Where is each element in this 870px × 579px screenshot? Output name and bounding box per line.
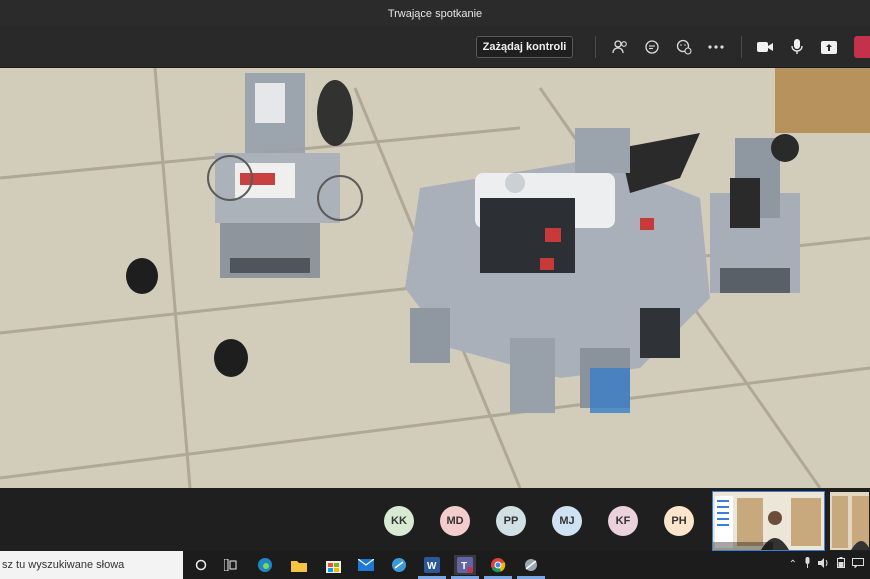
camera-icon[interactable] xyxy=(755,37,775,57)
window-titlebar: Trwające spotkanie xyxy=(0,0,870,27)
participant-avatar[interactable]: PP xyxy=(496,506,526,536)
share-screen-icon[interactable] xyxy=(819,37,839,57)
request-control-button[interactable]: Zażądaj kontroli xyxy=(476,36,573,58)
chrome-icon[interactable] xyxy=(487,555,509,575)
toolbar-divider xyxy=(741,36,742,58)
participant-avatar[interactable]: PH xyxy=(664,506,694,536)
battery-icon[interactable] xyxy=(837,557,845,571)
store-icon[interactable] xyxy=(322,555,344,575)
leave-button[interactable] xyxy=(854,36,870,58)
browser-icon[interactable] xyxy=(388,555,410,575)
edge-browser-icon[interactable] xyxy=(254,555,276,575)
participant-avatar[interactable]: MD xyxy=(440,506,470,536)
participant-avatar[interactable]: KK xyxy=(384,506,414,536)
svg-text:T: T xyxy=(461,561,467,572)
app-icon[interactable] xyxy=(520,555,542,575)
mail-icon[interactable] xyxy=(355,555,377,575)
participant-avatar[interactable]: KF xyxy=(608,506,638,536)
taskbar-search-input[interactable]: sz tu wyszukiwane słowa xyxy=(0,551,183,579)
taskbar-search-placeholder: sz tu wyszukiwane słowa xyxy=(2,559,125,571)
robots-scene xyxy=(0,68,870,488)
microphone-tray-icon[interactable] xyxy=(804,557,811,571)
toolbar-divider xyxy=(595,36,596,58)
chevron-up-icon[interactable]: ⌃ xyxy=(789,559,797,570)
word-icon[interactable]: W xyxy=(421,555,443,575)
svg-text:W: W xyxy=(427,561,437,572)
file-explorer-icon[interactable] xyxy=(288,555,310,575)
notification-icon[interactable] xyxy=(852,557,864,571)
participants-bar: KK MD PP MJ KF PH xyxy=(0,488,870,551)
microphone-icon[interactable] xyxy=(787,37,807,57)
windows-taskbar: sz tu wyszukiwane słowa W T ⌃ xyxy=(0,551,870,579)
volume-icon[interactable] xyxy=(818,557,830,571)
participant-video-thumbnail[interactable] xyxy=(829,491,870,551)
participants-icon[interactable] xyxy=(610,37,630,57)
participant-video-thumbnail[interactable] xyxy=(712,491,825,551)
cortana-icon[interactable] xyxy=(190,555,212,575)
chat-icon[interactable] xyxy=(642,37,662,57)
participant-avatar[interactable]: MJ xyxy=(552,506,582,536)
task-view-icon[interactable] xyxy=(220,555,242,575)
meeting-toolbar: Zażądaj kontroli xyxy=(0,27,870,68)
reactions-icon[interactable] xyxy=(674,37,694,57)
system-tray: ⌃ xyxy=(789,557,864,571)
teams-icon[interactable]: T xyxy=(454,555,476,575)
shared-video-feed xyxy=(0,68,870,488)
more-options-icon[interactable] xyxy=(706,37,726,57)
window-title: Trwające spotkanie xyxy=(387,7,483,20)
